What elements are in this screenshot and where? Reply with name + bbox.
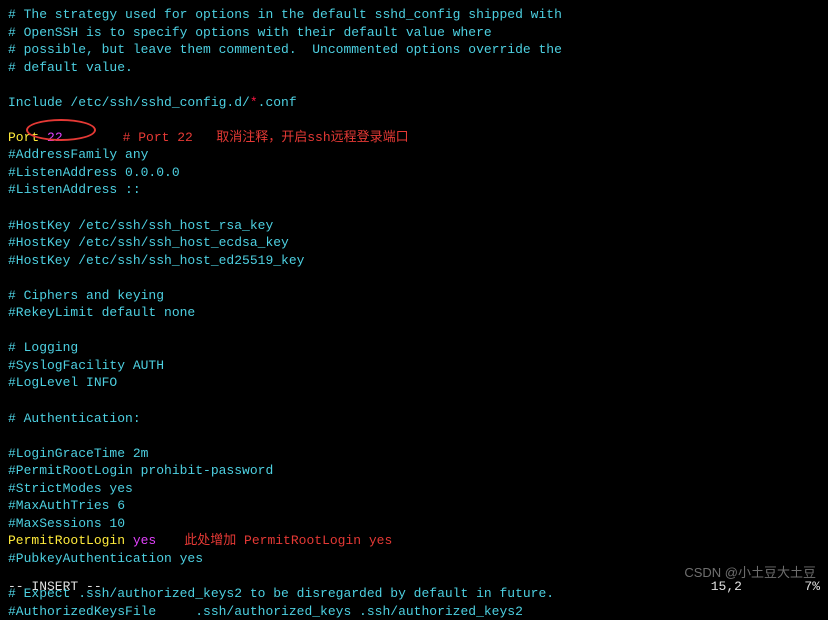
- comment-line: # The strategy used for options in the d…: [8, 6, 820, 24]
- authkeysfile-line: #AuthorizedKeysFile .ssh/authorized_keys…: [8, 603, 820, 620]
- wildcard: *: [250, 95, 258, 110]
- comment-line: # OpenSSH is to specify options with the…: [8, 24, 820, 42]
- listenaddress-line: #ListenAddress ::: [8, 181, 820, 199]
- blank-line: [8, 427, 820, 445]
- port-value: 22: [39, 130, 62, 145]
- port-line: Port 22 # Port 22 取消注释，开启ssh远程登录端口: [8, 129, 820, 147]
- comment-line: # possible, but leave them commented. Un…: [8, 41, 820, 59]
- include-suffix: .conf: [258, 95, 297, 110]
- rekey-line: #RekeyLimit default none: [8, 304, 820, 322]
- include-line: Include /etc/ssh/sshd_config.d/*.conf: [8, 94, 820, 112]
- pubkey-line: #PubkeyAuthentication yes: [8, 550, 820, 568]
- blank-line: [8, 322, 820, 340]
- permitroot-comment-line: #PermitRootLogin prohibit-password: [8, 462, 820, 480]
- vim-mode: -- INSERT --: [8, 578, 102, 596]
- permitroot-annotation: 此处增加 PermitRootLogin yes: [184, 532, 392, 550]
- blank-line: [8, 111, 820, 129]
- terminal-editor[interactable]: # The strategy used for options in the d…: [8, 6, 820, 620]
- maxauth-line: #MaxAuthTries 6: [8, 497, 820, 515]
- blank-line: [8, 269, 820, 287]
- hostkey-line: #HostKey /etc/ssh/ssh_host_rsa_key: [8, 217, 820, 235]
- syslog-line: #SyslogFacility AUTH: [8, 357, 820, 375]
- hostkey-line: #HostKey /etc/ssh/ssh_host_ecdsa_key: [8, 234, 820, 252]
- auth-comment: # Authentication:: [8, 410, 820, 428]
- logging-comment: # Logging: [8, 339, 820, 357]
- vim-position: 15,2 7%: [711, 578, 820, 596]
- maxsessions-line: #MaxSessions 10: [8, 515, 820, 533]
- include-prefix: Include /etc/ssh/sshd_config.d/: [8, 95, 250, 110]
- hostkey-line: #HostKey /etc/ssh/ssh_host_ed25519_key: [8, 252, 820, 270]
- permitroot-val: yes: [125, 533, 156, 548]
- strictmodes-line: #StrictModes yes: [8, 480, 820, 498]
- blank-line: [8, 76, 820, 94]
- loglevel-line: #LogLevel INFO: [8, 374, 820, 392]
- addressfamily-line: #AddressFamily any: [8, 146, 820, 164]
- vim-status-bar: -- INSERT -- 15,2 7%: [8, 578, 820, 596]
- comment-line: # default value.: [8, 59, 820, 77]
- blank-line: [8, 199, 820, 217]
- port-key: Port: [8, 130, 39, 145]
- blank-line: [8, 392, 820, 410]
- port-annotation: # Port 22 取消注释，开启ssh远程登录端口: [123, 129, 409, 147]
- permitroot-line: PermitRootLogin yes 此处增加 PermitRootLogin …: [8, 532, 820, 550]
- listenaddress-line: #ListenAddress 0.0.0.0: [8, 164, 820, 182]
- logingrace-line: #LoginGraceTime 2m: [8, 445, 820, 463]
- permitroot-key: PermitRootLogin: [8, 533, 125, 548]
- ciphers-comment: # Ciphers and keying: [8, 287, 820, 305]
